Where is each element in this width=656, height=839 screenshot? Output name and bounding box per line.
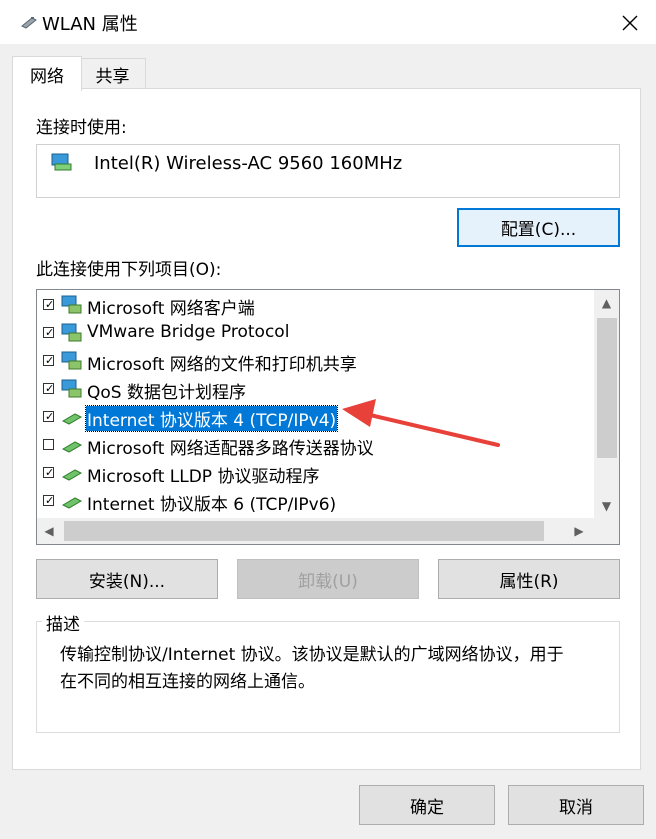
scrollbar-corner: [594, 518, 619, 544]
network-client-icon: [61, 295, 82, 314]
connect-using-label: 连接时使用:: [36, 118, 127, 138]
ok-button[interactable]: 确定: [359, 785, 495, 825]
checkbox[interactable]: ✓: [43, 326, 54, 339]
list-item[interactable]: ✓ QoS 数据包计划程序: [37, 376, 597, 404]
install-button[interactable]: 安装(N)...: [36, 559, 218, 599]
uninstall-button[interactable]: 卸载(U): [237, 559, 419, 599]
close-icon: [622, 15, 638, 31]
checkbox[interactable]: ✓: [43, 494, 54, 507]
cancel-button[interactable]: 取消: [508, 785, 644, 825]
list-item-label: VMware Bridge Protocol: [87, 322, 290, 342]
description-text: 传输控制协议/Internet 协议。该协议是默认的广域网络协议，用于 在不同的…: [60, 642, 600, 696]
list-item[interactable]: ✓ Microsoft 网络客户端: [37, 292, 597, 320]
scroll-down-icon[interactable]: ▼: [594, 495, 619, 517]
list-item[interactable]: ✓ Microsoft 网络的文件和打印机共享: [37, 348, 597, 376]
list-item-label: Internet 协议版本 6 (TCP/IPv6): [87, 495, 337, 515]
protocol-icon: [61, 441, 83, 453]
checkbox[interactable]: ✓: [43, 382, 54, 395]
list-item-label: Microsoft 网络客户端: [87, 299, 255, 319]
network-adapter-icon: [51, 153, 72, 171]
checkbox[interactable]: ✓: [43, 410, 54, 423]
protocol-icon: [61, 497, 83, 509]
configure-button[interactable]: 配置(C)...: [457, 208, 620, 247]
tab-network[interactable]: 网络: [12, 56, 82, 91]
scroll-left-icon[interactable]: ◀: [38, 520, 60, 542]
description-line-1: 传输控制协议/Internet 协议。该协议是默认的广域网络协议，用于: [60, 645, 564, 665]
list-item-label: QoS 数据包计划程序: [87, 383, 246, 403]
components-list[interactable]: ✓ Microsoft 网络客户端 ✓ VMware Bridge Protoc…: [36, 289, 620, 545]
checkbox[interactable]: [43, 439, 54, 450]
network-client-icon: [61, 323, 82, 342]
list-item[interactable]: ✓ Microsoft LLDP 协议驱动程序: [37, 460, 597, 488]
list-item[interactable]: ✓ Internet 协议版本 6 (TCP/IPv6): [37, 488, 597, 516]
scroll-right-icon[interactable]: ▶: [568, 520, 590, 542]
description-title: 描述: [42, 610, 84, 635]
list-item-label: Microsoft 网络的文件和打印机共享: [87, 355, 357, 375]
adapter-name: Intel(R) Wireless-AC 9560 160MHz: [94, 153, 403, 174]
network-client-icon: [61, 351, 82, 370]
scroll-up-icon[interactable]: ▲: [594, 292, 619, 314]
properties-button[interactable]: 属性(R): [438, 559, 620, 599]
protocol-icon: [61, 469, 83, 481]
vertical-scroll-thumb[interactable]: [597, 318, 617, 458]
horizontal-scroll-thumb[interactable]: [64, 521, 544, 541]
list-item[interactable]: ✓ VMware Bridge Protocol: [37, 320, 597, 348]
list-item-selected[interactable]: ✓ Internet 协议版本 4 (TCP/IPv4): [37, 404, 597, 432]
list-item[interactable]: Microsoft 网络适配器多路传送器协议: [37, 432, 597, 460]
items-label: 此连接使用下列项目(O):: [36, 260, 222, 280]
close-button[interactable]: [612, 6, 648, 40]
window-title: WLAN 属性: [42, 14, 138, 35]
checkbox[interactable]: ✓: [43, 354, 54, 367]
description-line-2: 在不同的相互连接的网络上通信。: [60, 672, 315, 692]
network-client-icon: [61, 379, 82, 398]
checkbox[interactable]: ✓: [43, 298, 54, 311]
list-item-label: Internet 协议版本 4 (TCP/IPv4): [84, 405, 339, 432]
annotation-arrow-icon: [342, 399, 500, 447]
tab-sharing[interactable]: 共享: [79, 58, 146, 90]
protocol-icon: [61, 413, 83, 425]
wlan-adapter-icon: [21, 17, 37, 29]
checkbox[interactable]: ✓: [43, 466, 54, 479]
list-item-label: Microsoft LLDP 协议驱动程序: [87, 467, 320, 487]
